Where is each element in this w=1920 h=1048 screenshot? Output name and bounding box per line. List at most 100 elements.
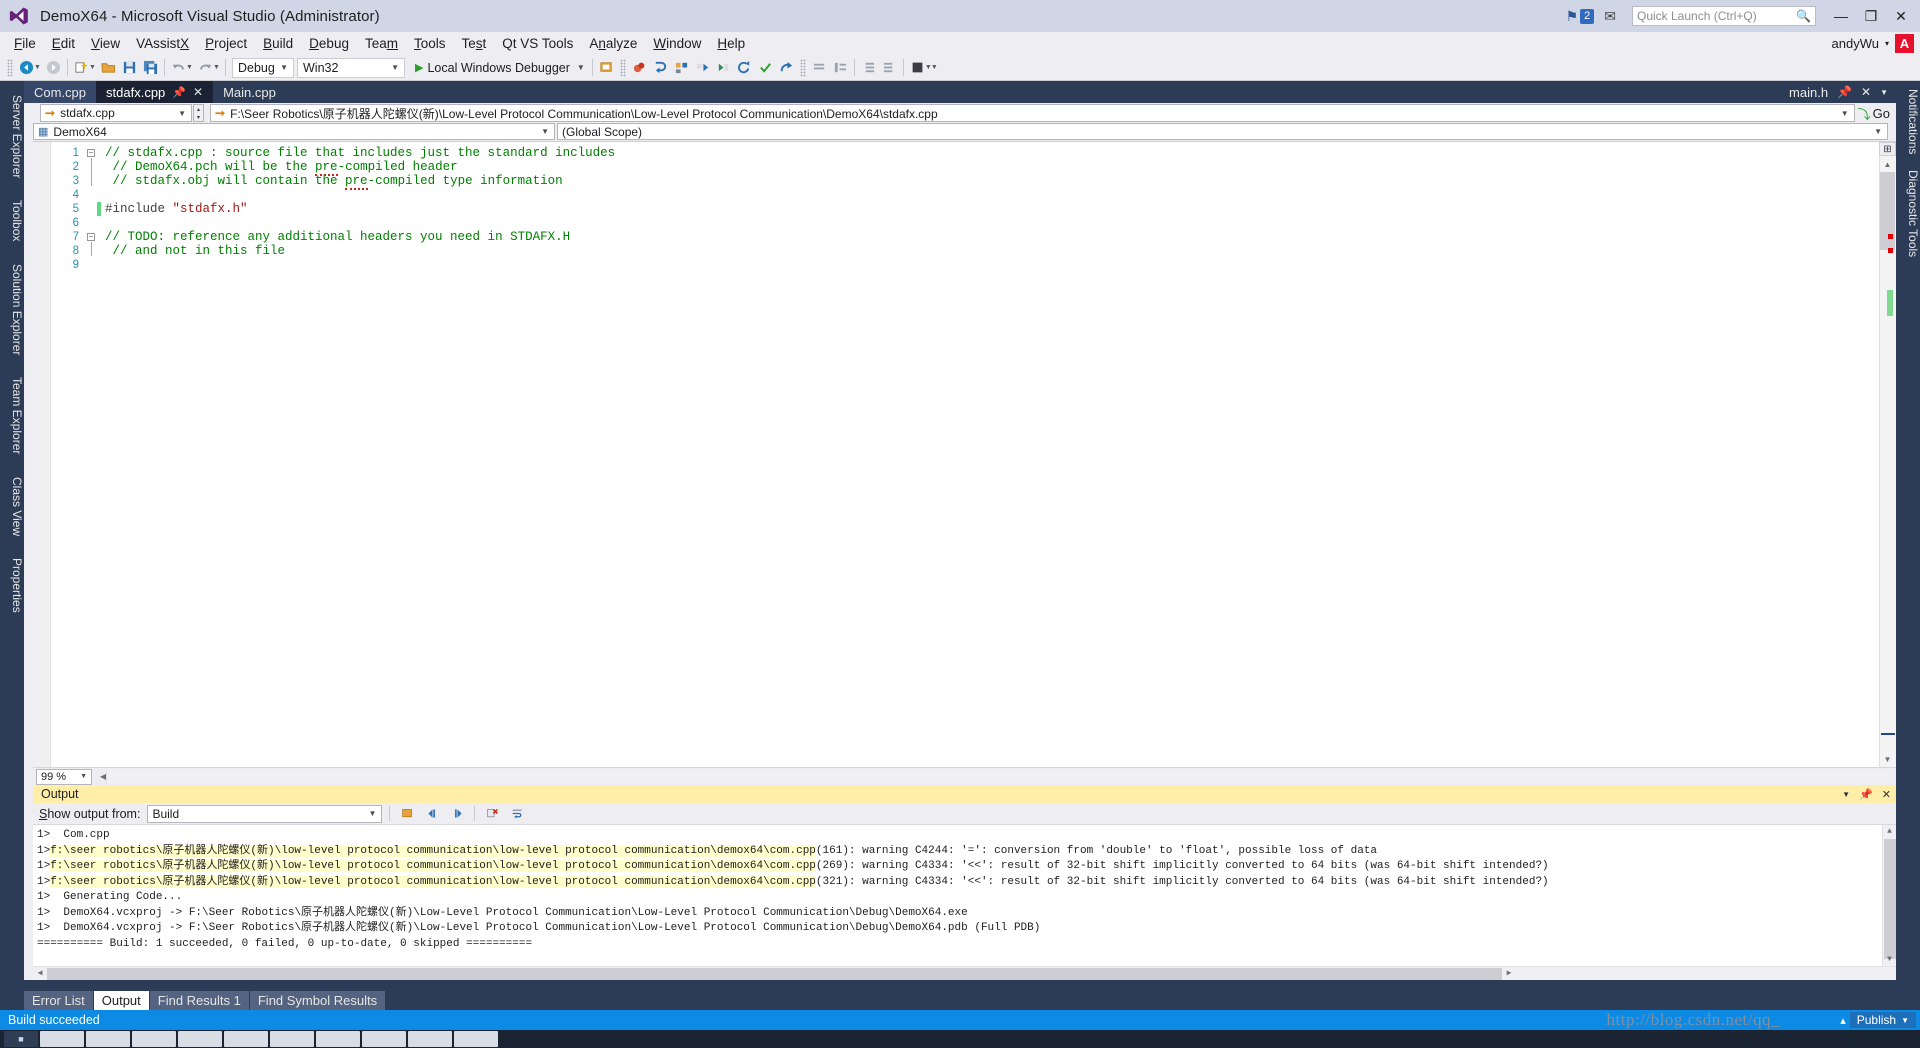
sidebar-item-team-explorer[interactable]: Team Explorer xyxy=(0,369,24,462)
pin-icon[interactable]: 📌 xyxy=(1837,85,1852,99)
taskbar-item-icon[interactable] xyxy=(86,1031,130,1047)
scroll-left-icon[interactable]: ◀ xyxy=(33,966,47,980)
taskbar-item-icon[interactable] xyxy=(178,1031,222,1047)
save-icon[interactable] xyxy=(119,57,140,78)
attach-process-icon[interactable] xyxy=(596,57,617,78)
scroll-down-icon[interactable]: ▼ xyxy=(1883,953,1896,966)
user-account-area[interactable]: andyWu ▾ A xyxy=(1832,32,1914,55)
chevron-down-icon[interactable]: ▼ xyxy=(1880,88,1888,97)
menu-item-test[interactable]: Test xyxy=(454,34,495,53)
toolbar-grip[interactable] xyxy=(799,58,806,77)
taskbar-item-icon[interactable] xyxy=(408,1031,452,1047)
scroll-down-icon[interactable]: ▼ xyxy=(1880,753,1895,766)
go-to-previous-icon[interactable] xyxy=(422,804,442,823)
file-path-combo[interactable]: ➞ F:\Seer Robotics\原子机器人陀螺仪(新)\Low-Level… xyxy=(210,104,1855,122)
tab-find-symbol-results[interactable]: Find Symbol Results xyxy=(249,991,386,1010)
step-over-icon[interactable] xyxy=(671,57,692,78)
scroll-up-icon[interactable]: ▲ xyxy=(1883,825,1896,838)
find-message-icon[interactable] xyxy=(397,804,417,823)
sidebar-item-notifications[interactable]: Notifications xyxy=(1896,81,1920,162)
menu-item-help[interactable]: Help xyxy=(709,34,753,53)
breakpoint-icon[interactable] xyxy=(629,57,650,78)
sidebar-item-class-view[interactable]: Class View xyxy=(0,469,24,544)
sidebar-item-diagnostic-tools[interactable]: Diagnostic Tools xyxy=(1896,162,1920,265)
save-all-icon[interactable] xyxy=(140,57,161,78)
taskbar-item-icon[interactable] xyxy=(316,1031,360,1047)
go-to-next-icon[interactable] xyxy=(447,804,467,823)
scrollbar-thumb[interactable] xyxy=(47,967,1502,980)
restore-button[interactable]: ❐ xyxy=(1856,0,1886,32)
solution-platform-combo[interactable]: Win32 ▼ xyxy=(297,57,405,78)
redo-dropdown-icon[interactable]: ▼ xyxy=(213,64,222,71)
start-button-icon[interactable]: ■ xyxy=(4,1031,38,1047)
publish-up-arrow-icon[interactable]: ▴ xyxy=(1840,1014,1846,1027)
tab-find-results-1[interactable]: Find Results 1 xyxy=(149,991,249,1010)
spinner-up-icon[interactable]: ▴ xyxy=(194,105,203,113)
navigate-forward-icon[interactable] xyxy=(43,57,64,78)
preview-tab-label[interactable]: main.h xyxy=(1789,85,1828,100)
menu-item-project[interactable]: Project xyxy=(197,34,255,53)
menu-item-build[interactable]: Build xyxy=(255,34,301,53)
toolbar-grip[interactable] xyxy=(619,58,626,77)
minimize-button[interactable]: — xyxy=(1826,0,1856,32)
taskbar-item-icon[interactable] xyxy=(454,1031,498,1047)
file-selector-combo[interactable]: ➞ stdafx.cpp ▼ xyxy=(40,104,192,122)
toolbar-grip[interactable] xyxy=(7,58,13,77)
tab-main-cpp[interactable]: Main.cpp xyxy=(213,81,286,103)
scrollbar-thumb[interactable] xyxy=(1884,839,1896,959)
menu-item-analyze[interactable]: Analyze xyxy=(581,34,645,53)
new-project-dropdown-icon[interactable]: ▼ xyxy=(89,64,98,71)
pin-icon[interactable]: 📌 xyxy=(1859,788,1873,801)
menu-item-debug[interactable]: Debug xyxy=(301,34,357,53)
taskbar-item-icon[interactable] xyxy=(270,1031,314,1047)
close-icon[interactable]: ✕ xyxy=(193,85,203,99)
chevron-down-icon[interactable]: ▼ xyxy=(1842,790,1850,799)
quick-launch-input[interactable]: Quick Launch (Ctrl+Q) 🔍 xyxy=(1632,6,1816,26)
toggle-word-wrap-icon[interactable] xyxy=(507,804,527,823)
check-icon[interactable] xyxy=(755,57,776,78)
navigate-back-dropdown-icon[interactable]: ▼ xyxy=(34,64,43,71)
menu-item-qt-vs-tools[interactable]: Qt VS Tools xyxy=(494,34,581,53)
tab-stdafx-cpp[interactable]: stdafx.cpp 📌 ✕ xyxy=(96,81,214,103)
output-source-combo[interactable]: Build ▼ xyxy=(147,804,383,823)
indent-icon[interactable] xyxy=(858,57,879,78)
go-button[interactable]: ⤵ Go xyxy=(1855,104,1896,123)
menu-item-team[interactable]: Team xyxy=(357,34,406,53)
clear-all-icon[interactable] xyxy=(482,804,502,823)
output-text-area[interactable]: 1> Com.cpp 1>f:\seer robotics\原子机器人陀螺仪(新… xyxy=(33,825,1896,980)
taskbar-item-icon[interactable] xyxy=(132,1031,176,1047)
step-forward-icon[interactable] xyxy=(713,57,734,78)
menu-item-view[interactable]: View xyxy=(83,34,128,53)
menu-item-edit[interactable]: Edit xyxy=(44,34,83,53)
close-icon[interactable]: ✕ xyxy=(1861,85,1871,99)
publish-button[interactable]: Publish ▼ xyxy=(1849,1012,1916,1028)
sidebar-item-solution-explorer[interactable]: Solution Explorer xyxy=(0,256,24,363)
sidebar-item-toolbox[interactable]: Toolbox xyxy=(0,192,24,249)
comment-icon[interactable] xyxy=(809,57,830,78)
output-vertical-scrollbar[interactable]: ▲ ▼ xyxy=(1882,825,1896,966)
feedback-icon[interactable]: ✉ xyxy=(1604,8,1616,25)
tab-error-list[interactable]: Error List xyxy=(24,991,93,1010)
menu-item-vassistx[interactable]: VAssistX xyxy=(128,34,197,53)
close-button[interactable]: ✕ xyxy=(1886,0,1916,32)
project-scope-combo[interactable]: ▦ DemoX64 ▼ xyxy=(33,123,555,140)
zoom-level-combo[interactable]: 99 % ▼ xyxy=(36,768,92,785)
notification-badge[interactable]: ⚑ 2 xyxy=(1566,8,1595,25)
solution-configuration-combo[interactable]: Debug ▼ xyxy=(232,57,294,78)
taskbar-item-icon[interactable] xyxy=(362,1031,406,1047)
taskbar-item-icon[interactable] xyxy=(40,1031,84,1047)
goto-icon[interactable] xyxy=(776,57,797,78)
scroll-right-icon[interactable]: ▶ xyxy=(1502,966,1516,980)
path-spinner[interactable]: ▴ ▾ xyxy=(193,104,204,122)
open-file-icon[interactable] xyxy=(98,57,119,78)
step-out-icon[interactable] xyxy=(692,57,713,78)
editor-overview-scrollbar[interactable]: ⊞ ▲ ▼ xyxy=(1879,142,1896,767)
outdent-icon[interactable] xyxy=(879,57,900,78)
editor-horizontal-scrollbar[interactable] xyxy=(106,769,1888,784)
scroll-up-icon[interactable]: ▲ xyxy=(1880,158,1895,171)
uncomment-icon[interactable] xyxy=(830,57,851,78)
menu-item-file[interactable]: File xyxy=(6,34,44,53)
member-scope-combo[interactable]: (Global Scope) ▼ xyxy=(557,123,1888,140)
code-editor[interactable]: 1−// stdafx.cpp : source file that inclu… xyxy=(33,141,1896,767)
local-windows-debugger-button[interactable]: ▶ Local Windows Debugger ▼ xyxy=(411,61,589,75)
